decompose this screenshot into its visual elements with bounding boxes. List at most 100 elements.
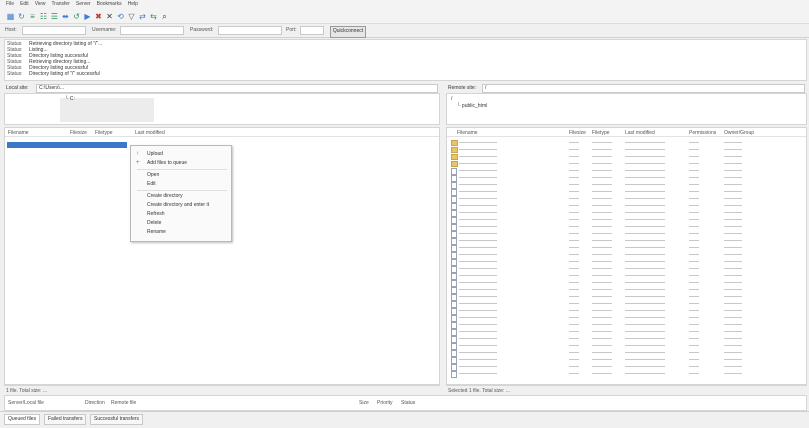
remote-file-row[interactable] — [447, 167, 806, 175]
remote-file-row[interactable] — [447, 216, 806, 224]
process-queue-icon[interactable]: ▶ — [83, 12, 92, 21]
remote-file-row[interactable] — [447, 244, 806, 252]
compare-icon[interactable]: ⇄ — [138, 12, 147, 21]
remote-file-row[interactable] — [447, 146, 806, 153]
remote-file-row[interactable] — [447, 363, 806, 371]
remote-file-row[interactable] — [447, 202, 806, 210]
remote-file-row[interactable] — [447, 335, 806, 343]
tab-failed-transfers[interactable]: Failed transfers — [44, 414, 87, 425]
password-input[interactable] — [218, 26, 282, 35]
remote-file-row[interactable] — [447, 328, 806, 336]
context-item-add-files-to-queue[interactable]: Add files to queue — [147, 160, 187, 167]
context-item-create-directory[interactable]: Create directory — [147, 193, 183, 200]
tree-toggle-icon[interactable]: ☷ — [39, 12, 48, 21]
local-col-modified[interactable]: Last modified — [135, 130, 165, 136]
context-item-rename[interactable]: Rename — [147, 229, 166, 236]
remote-file-row[interactable] — [447, 160, 806, 167]
remote-file-row[interactable] — [447, 293, 806, 301]
remote-file-row[interactable] — [447, 139, 806, 146]
menu-transfer[interactable]: Transfer — [51, 0, 69, 9]
remote-col-filetype[interactable]: Filetype — [592, 130, 610, 136]
sync-browse-icon[interactable]: ⇆ — [149, 12, 158, 21]
remote-site-input[interactable]: / — [482, 84, 805, 93]
remote-file-row[interactable] — [447, 251, 806, 259]
context-item-refresh[interactable]: Refresh — [147, 211, 165, 218]
context-item-upload[interactable]: Upload — [147, 151, 163, 158]
menu-file[interactable]: File — [6, 0, 14, 9]
disconnect-icon[interactable]: ✕ — [105, 12, 114, 21]
log-toggle-icon[interactable]: ≡ — [28, 12, 37, 21]
cell-text — [724, 240, 742, 241]
menu-bookmarks[interactable]: Bookmarks — [97, 0, 122, 9]
queue-col-remote[interactable]: Remote file — [111, 400, 136, 406]
remote-tree[interactable]: / └ public_html — [446, 93, 807, 125]
local-col-filetype[interactable]: Filetype — [95, 130, 113, 136]
remote-file-row[interactable] — [447, 286, 806, 294]
queue-col-status[interactable]: Status — [401, 400, 415, 406]
context-item-edit[interactable]: Edit — [147, 181, 156, 188]
remote-tree-item[interactable]: └ public_html — [457, 103, 487, 109]
local-col-filesize[interactable]: Filesize — [70, 130, 87, 136]
remote-file-row[interactable] — [447, 321, 806, 329]
remote-file-row[interactable] — [447, 195, 806, 203]
cancel-icon[interactable]: ✖ — [94, 12, 103, 21]
remote-col-owner[interactable]: Owner/Group — [724, 130, 754, 136]
reconnect-icon[interactable]: ⟲ — [116, 12, 125, 21]
menu-help[interactable]: Help — [128, 0, 138, 9]
queue-toggle-icon[interactable]: ⬌ — [61, 12, 70, 21]
site-manager-icon[interactable]: ▦ — [6, 12, 15, 21]
remote-col-filesize[interactable]: Filesize — [569, 130, 586, 136]
remote-col-filename[interactable]: Filename — [457, 130, 478, 136]
selected-file-row[interactable] — [7, 142, 127, 148]
port-input[interactable] — [300, 26, 324, 35]
remote-file-row[interactable] — [447, 223, 806, 231]
remote-file-row[interactable] — [447, 342, 806, 350]
local-col-filename[interactable]: Filename — [8, 130, 29, 136]
queue-col-server[interactable]: Server/Local file — [8, 400, 44, 406]
menu-edit[interactable]: Edit — [20, 0, 29, 9]
remote-file-row[interactable] — [447, 272, 806, 280]
queue-col-size[interactable]: Size — [359, 400, 369, 406]
queue-col-direction[interactable]: Direction — [85, 400, 105, 406]
local-site-input[interactable]: C:\Users\... — [36, 84, 438, 93]
remote-file-row[interactable] — [447, 230, 806, 238]
quickconnect-button[interactable]: Quickconnect — [330, 26, 366, 38]
remote-file-row[interactable] — [447, 153, 806, 160]
host-input[interactable] — [22, 26, 86, 35]
remote-file-row[interactable] — [447, 349, 806, 357]
remote-col-permissions[interactable]: Permissions — [689, 130, 716, 136]
transfer-queue[interactable]: Server/Local file Direction Remote file … — [4, 395, 807, 411]
local-tree-item[interactable]: └ C: — [65, 96, 75, 102]
context-item-delete[interactable]: Delete — [147, 220, 161, 227]
remote-file-row[interactable] — [447, 356, 806, 364]
remote-file-row[interactable] — [447, 188, 806, 196]
remote-tree-root[interactable]: / — [451, 96, 452, 102]
remote-file-row[interactable] — [447, 237, 806, 245]
filter-icon[interactable]: ▽ — [127, 12, 136, 21]
tab-queued-files[interactable]: Queued files — [4, 414, 41, 425]
remote-file-row[interactable] — [447, 265, 806, 273]
context-item-create-directory-and-enter-it[interactable]: Create directory and enter it — [147, 202, 209, 209]
remote-file-row[interactable] — [447, 370, 806, 378]
remote-file-list[interactable]: Filename Filesize Filetype Last modified… — [446, 127, 807, 385]
search-icon[interactable]: ⌕ — [160, 12, 169, 21]
queue-col-priority[interactable]: Priority — [377, 400, 393, 406]
remote-file-row[interactable] — [447, 181, 806, 189]
context-item-open[interactable]: Open — [147, 172, 159, 179]
remote-file-row[interactable] — [447, 209, 806, 217]
remote-file-row[interactable] — [447, 307, 806, 315]
remote-file-row[interactable] — [447, 314, 806, 322]
menu-view[interactable]: View — [35, 0, 46, 9]
reload-icon[interactable]: ↺ — [72, 12, 81, 21]
remote-file-row[interactable] — [447, 258, 806, 266]
remote-file-row[interactable] — [447, 279, 806, 287]
menu-server[interactable]: Server — [76, 0, 91, 9]
remote-col-modified[interactable]: Last modified — [625, 130, 655, 136]
remote-file-row[interactable] — [447, 300, 806, 308]
remote-file-row[interactable] — [447, 174, 806, 182]
refresh-icon[interactable]: ↻ — [17, 12, 26, 21]
local-tree[interactable]: └ C: — [4, 93, 440, 125]
tab-successful-transfers[interactable]: Successful transfers — [90, 414, 144, 425]
remote-tree-icon[interactable]: ☰ — [50, 12, 59, 21]
username-input[interactable] — [120, 26, 184, 35]
